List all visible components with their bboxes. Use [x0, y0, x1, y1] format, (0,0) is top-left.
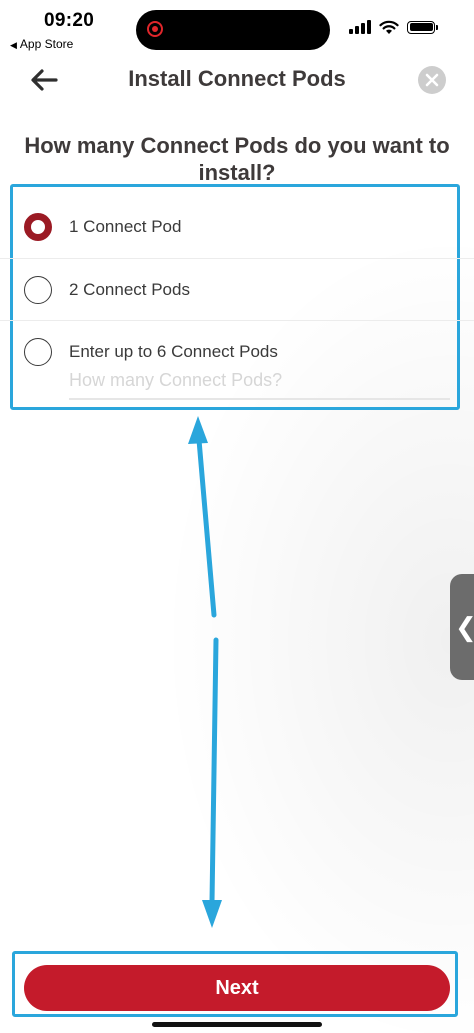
chevron-left-icon: ❮ [455, 612, 474, 643]
home-indicator[interactable] [152, 1022, 322, 1027]
down-arrow-annotation [202, 637, 222, 928]
next-button[interactable]: Next [24, 965, 450, 1011]
side-drawer-handle[interactable]: ❮ [450, 574, 474, 680]
up-arrow-annotation [188, 416, 217, 618]
annotation-arrows [188, 416, 222, 928]
